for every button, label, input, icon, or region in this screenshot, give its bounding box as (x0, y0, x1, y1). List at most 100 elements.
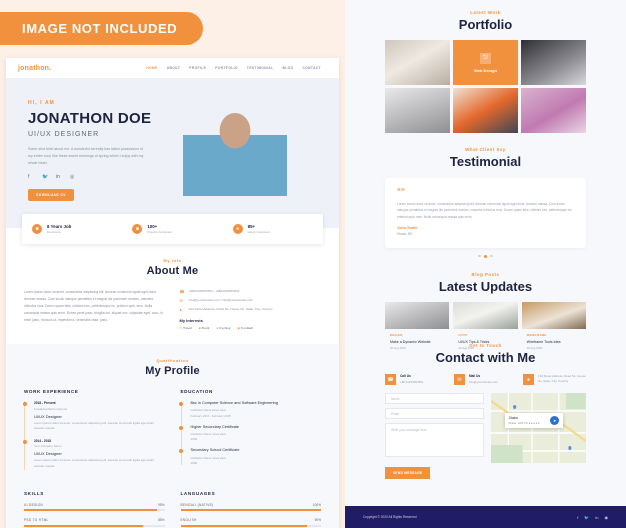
contact-row: ✉ info@yourdomain.com / info@yourdomain.… (180, 298, 322, 303)
message-field[interactable]: Write your message here (385, 423, 485, 458)
nav-item-about[interactable]: ABOUT (167, 66, 181, 70)
skill-pct: 95% (158, 502, 165, 507)
work-item: 2018 - Present Freelancer/Self employed … (22, 401, 165, 432)
portfolio-item[interactable] (453, 88, 518, 133)
contact-call-label: Call Us (400, 374, 411, 379)
interest-label: Football (240, 326, 253, 330)
skill-name: UI DESIGN (24, 502, 43, 507)
contact-row: ☎ +8801234567891 / +8801234567891 (180, 289, 322, 294)
work-role: UI/UX Designer (34, 413, 62, 419)
portfolio-item[interactable] (521, 88, 586, 133)
blog-card[interactable]: DESIGN Make a Dynamic Website 20 Aug 202… (385, 302, 450, 350)
linkedin-icon[interactable]: in (56, 174, 62, 180)
nav-item-portfolio[interactable]: PORTFOLIO (215, 66, 238, 70)
image-not-included-banner: IMAGE NOT INCLUDED (0, 12, 204, 45)
interest-label: Travel (182, 326, 192, 330)
education-heading: EDUCATION (180, 389, 213, 394)
blog-post-title[interactable]: Make a Dynamic Website (390, 340, 444, 344)
contact-mail-value: info@yourdomain.com (469, 380, 498, 385)
testimonial-eyebrow: What Client Say (465, 147, 506, 152)
nav-item-testimonial[interactable]: TESTIMONIAL (247, 66, 274, 70)
stat-number: 8 Years Job (47, 223, 72, 229)
footer-copyright: Copyright © 2020 All Rights Reserved (363, 515, 417, 519)
map-info-card[interactable]: Dhaka Dhaka, 1205 4.8 ★★★★★ ➤ (504, 412, 564, 428)
map-widget[interactable]: Dhaka Dhaka, 1205 4.8 ★★★★★ ➤ (491, 393, 586, 464)
interests-title: My Interests (179, 318, 203, 323)
carousel-dot[interactable] (478, 254, 481, 258)
location-icon: ● (179, 307, 182, 312)
hero-section: HI, I AM JONATHON DOE UI/UX DESIGNER Som… (6, 78, 339, 228)
about-eyebrow: My Info (163, 258, 182, 263)
contact-phone: +8801234567891 / +8801234567891 (188, 289, 240, 293)
portfolio-item[interactable] (385, 40, 450, 85)
blog-category: UI/UX (458, 333, 468, 338)
skills-column: SKILLS UI DESIGN 95% PSD TO HTML 85% (24, 491, 165, 528)
email-field[interactable]: Email (385, 408, 485, 420)
portfolio-item[interactable] (521, 40, 586, 85)
contact-info-row: ☎ Call Us +88 01234567891 ✉ Mail Us info… (385, 374, 586, 386)
facebook-icon[interactable]: f (28, 174, 34, 180)
work-timeline: 2018 - Present Freelancer/Self employed … (22, 401, 165, 470)
skill-pct: 85% (158, 518, 165, 523)
skill-fill (24, 524, 144, 528)
send-message-button[interactable]: SEND MESSAGE (385, 467, 431, 480)
about-title: About Me (146, 265, 199, 277)
nav-item-profile[interactable]: PROFILE (189, 66, 206, 70)
testimonial-section: What Client Say Testimonial ““ Lorem ips… (345, 133, 626, 259)
blog-eyebrow: Blog Posts (471, 272, 500, 278)
testimonial-text: Lorem ipsum dolor sit amet, consectetur … (397, 202, 573, 219)
blog-post-title[interactable]: Wireframe Tools Idea (527, 340, 581, 344)
bike-icon: ● (216, 326, 219, 330)
nav-item-blog[interactable]: BLOG (282, 66, 293, 70)
education-date: 2009 (190, 437, 197, 442)
blog-card[interactable]: UI/UX UI/UX Tips & Tricks 20 Aug 2020 (453, 302, 518, 350)
interest-item: ● Cycling (216, 326, 230, 330)
linkedin-icon[interactable]: in (595, 515, 598, 520)
language-fill (180, 509, 321, 512)
profile-title: My Profile (145, 365, 200, 377)
contact-call-value: +88 01234567891 (400, 380, 424, 385)
location-icon: ● (523, 374, 534, 386)
work-role: UI/UX Designer (34, 451, 62, 457)
education-date: February 2010 - February 2015 (190, 413, 231, 418)
education-timeline: Bsc in Computer Science and Software Eng… (179, 401, 322, 466)
instagram-icon[interactable]: ◎ (70, 174, 76, 180)
contact-row: ● 123 Street Address, Road No, House No,… (180, 307, 322, 312)
profile-section: Qualification My Profile WORK EXPERIENCE… (6, 344, 339, 528)
directions-icon[interactable]: ➤ (550, 415, 560, 425)
nav-item-home[interactable]: HOME (146, 66, 157, 70)
twitter-icon[interactable]: 🐦 (584, 515, 589, 520)
plane-icon: ✈ (179, 326, 183, 330)
contact-mail-label: Mail Us (469, 374, 481, 379)
education-institution: Institution Name Goes Here (190, 455, 227, 460)
twitter-icon[interactable]: 🐦 (42, 174, 48, 180)
nav-item-contact[interactable]: CONTACT (303, 66, 322, 70)
briefcase-icon: ■ (32, 224, 42, 234)
language-track (180, 509, 321, 512)
education-date: 2008 (190, 461, 197, 466)
globe-icon[interactable]: ◉ (605, 515, 609, 520)
work-experience-column: WORK EXPERIENCE 2018 - Present Freelance… (22, 389, 165, 477)
work-desc: Lorem ipsum dolor sit amet, consectetur … (34, 420, 155, 431)
contact-address: 123 Street Address, Road No, House No, S… (188, 307, 273, 311)
download-cv-button[interactable]: DOWNLOAD CV (28, 189, 74, 202)
link-icon[interactable]: ⎋ (480, 52, 491, 64)
skill-fill (24, 509, 158, 512)
name-field[interactable]: Name (385, 393, 485, 405)
about-section: My Info About Me Lorem ipsum dolor sit a… (6, 244, 339, 344)
testimonial-card: ““ Lorem ipsum dolor sit amet, consectet… (385, 178, 586, 248)
carousel-dot[interactable] (490, 254, 493, 258)
page-root: IMAGE NOT INCLUDED jonathon. HOME ABOUT … (0, 0, 626, 528)
site-logo[interactable]: jonathon. (18, 65, 51, 72)
smile-icon: ● (232, 224, 243, 234)
book-icon: ■ (198, 326, 201, 330)
portfolio-item[interactable] (385, 88, 450, 133)
contact-address: ● 123 Street Address, Road No, House No,… (523, 374, 586, 386)
file-icon: ■ (132, 224, 143, 234)
portfolio-item-active[interactable]: ⎋ Web Design (453, 40, 518, 85)
interest-item: ◉ Football (237, 326, 253, 330)
facebook-icon[interactable]: f (577, 515, 578, 520)
blog-card[interactable]: WIREFRAME Wireframe Tools Idea 20 Aug 20… (521, 302, 586, 350)
portfolio-grid: ⎋ Web Design (385, 40, 586, 133)
testimonial-author: John Smith (397, 226, 418, 231)
